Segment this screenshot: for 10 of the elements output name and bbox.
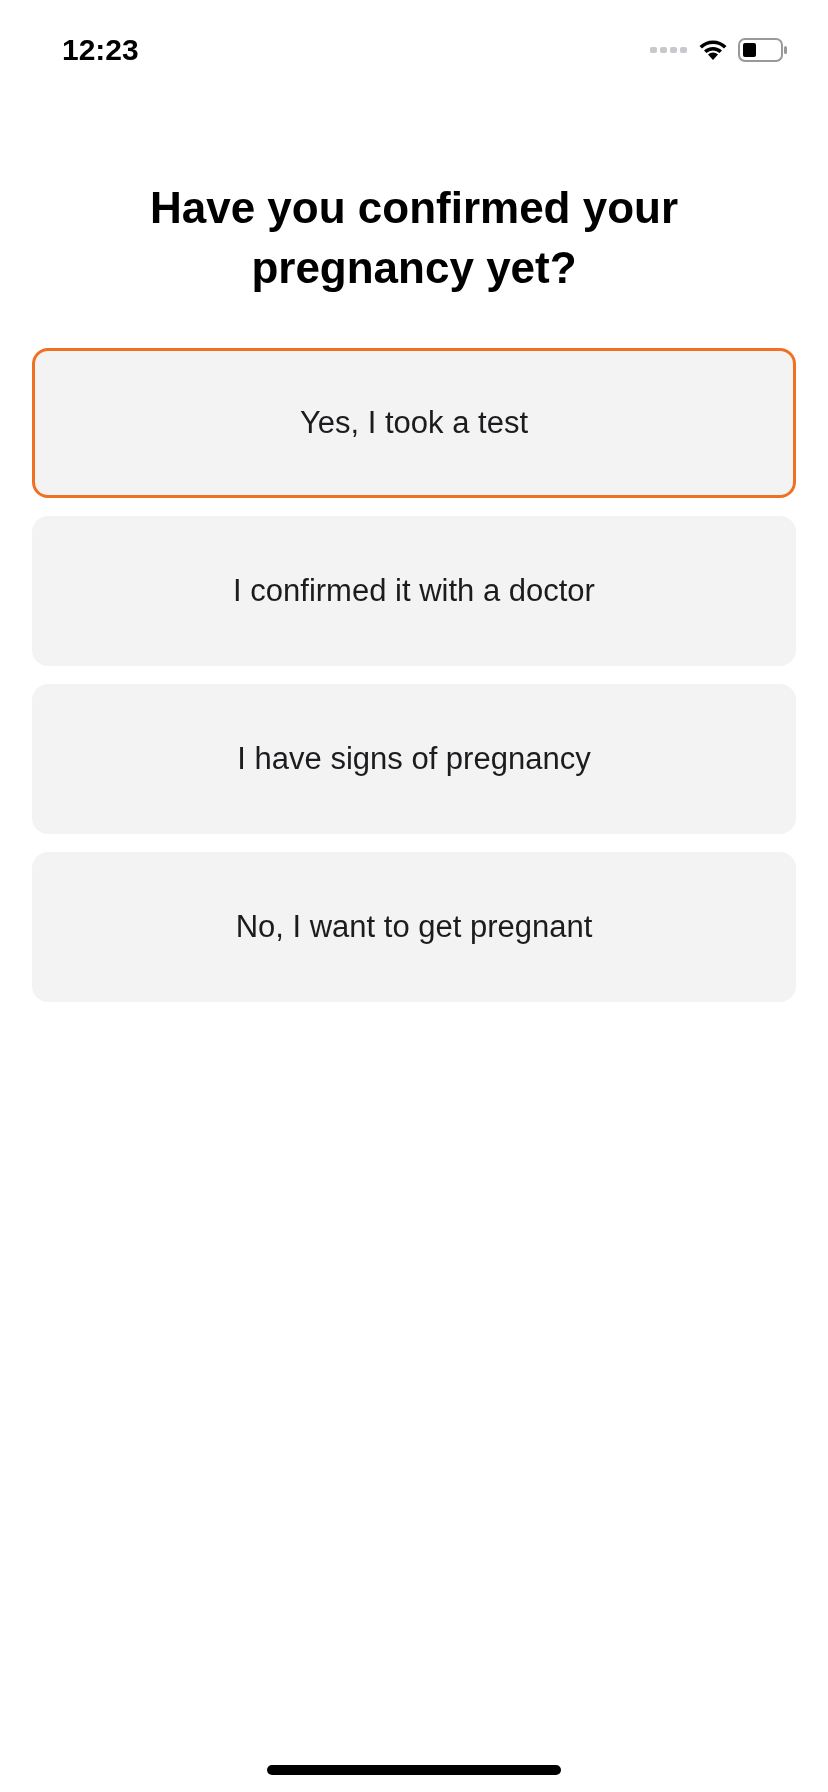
answer-option[interactable]: I have signs of pregnancy xyxy=(32,684,796,834)
status-time: 12:23 xyxy=(62,33,139,67)
answer-option[interactable]: Yes, I took a test xyxy=(32,348,796,498)
answer-option[interactable]: No, I want to get pregnant xyxy=(32,852,796,1002)
answer-option[interactable]: I confirmed it with a doctor xyxy=(32,516,796,666)
battery-icon xyxy=(738,38,788,62)
wifi-icon xyxy=(698,39,728,61)
signal-icon xyxy=(650,46,688,54)
question-title: Have you confirmed your pregnancy yet? xyxy=(148,182,680,294)
home-indicator[interactable] xyxy=(267,1765,561,1775)
